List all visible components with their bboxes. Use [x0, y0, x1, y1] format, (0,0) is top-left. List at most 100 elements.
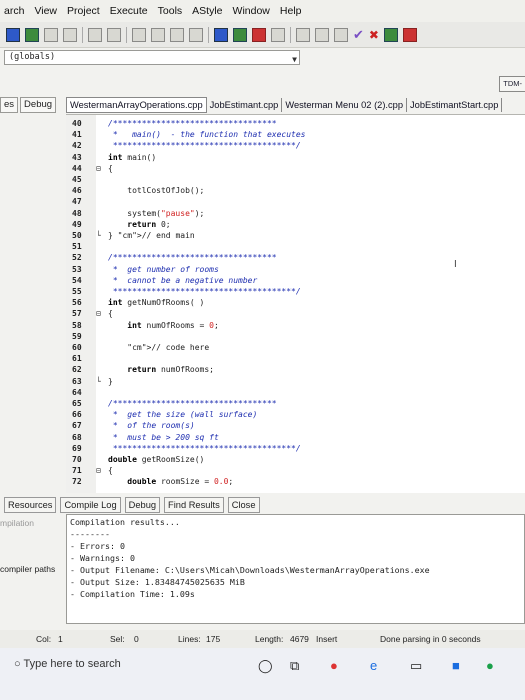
- tab-debug-output[interactable]: Debug: [124, 497, 161, 513]
- save-icon[interactable]: [44, 27, 58, 42]
- code-line[interactable]: 40 /**********************************: [66, 119, 525, 130]
- chevron-down-icon[interactable]: ▼: [292, 53, 297, 66]
- code-line[interactable]: 69 *************************************…: [66, 444, 525, 455]
- code-line[interactable]: 45: [66, 175, 525, 186]
- profile-icon[interactable]: [402, 27, 417, 42]
- fold-marker-icon[interactable]: └: [96, 231, 106, 242]
- code-line[interactable]: 64: [66, 388, 525, 399]
- compile-icon[interactable]: [214, 27, 228, 42]
- menu-item[interactable]: Tools: [158, 5, 183, 17]
- fold-marker-icon[interactable]: ⊟: [96, 164, 106, 175]
- code-line[interactable]: 61: [66, 354, 525, 365]
- taskbar-search[interactable]: ○ Type here to search: [2, 652, 244, 676]
- code-line[interactable]: 67 * of the room(s): [66, 421, 525, 432]
- code-line[interactable]: 58 int numOfRooms = 0;: [66, 321, 525, 332]
- new-file-icon[interactable]: [6, 27, 20, 42]
- code-line[interactable]: 47: [66, 197, 525, 208]
- tab-find-results[interactable]: Find Results: [164, 497, 224, 513]
- tab-close[interactable]: Close: [227, 497, 260, 513]
- code-line[interactable]: 54 * cannot be a negative number: [66, 276, 525, 287]
- find-icon[interactable]: [132, 27, 146, 42]
- compilation-button[interactable]: mpilation: [0, 518, 34, 528]
- code-line[interactable]: 60 "cm">// code here: [66, 343, 525, 354]
- code-line[interactable]: 44 ⊟{: [66, 164, 525, 175]
- code-text: return 0;: [127, 219, 171, 229]
- code-line[interactable]: 68 * must be > 200 sq ft: [66, 433, 525, 444]
- code-line[interactable]: 41 * main() - the function that executes: [66, 130, 525, 141]
- tab-debug[interactable]: Debug: [20, 97, 57, 113]
- replace-icon[interactable]: [151, 27, 165, 42]
- fold-marker-icon[interactable]: └: [96, 377, 106, 388]
- code-line[interactable]: 46 totlCostOfJob();: [66, 186, 525, 197]
- code-line[interactable]: 49 return 0;: [66, 220, 525, 231]
- task-view-icon[interactable]: ◯: [258, 658, 273, 674]
- code-line[interactable]: 48 system("pause");: [66, 209, 525, 220]
- menu-item[interactable]: AStyle: [192, 5, 222, 17]
- file-explorer-icon[interactable]: ▭: [410, 658, 422, 674]
- file-tab[interactable]: WestermanArrayOperations.cpp: [66, 97, 207, 113]
- menu-item[interactable]: Execute: [110, 5, 148, 17]
- print-icon[interactable]: [63, 27, 77, 42]
- code-line[interactable]: 50 └} "cm">// end main: [66, 231, 525, 242]
- fold-marker-icon[interactable]: ⊟: [96, 466, 106, 477]
- grid-view-icon[interactable]: [296, 27, 310, 42]
- code-line[interactable]: 57 ⊟{: [66, 309, 525, 320]
- code-line[interactable]: 42 *************************************…: [66, 141, 525, 152]
- check-icon[interactable]: ✔: [353, 27, 364, 42]
- rebuild-icon[interactable]: [271, 27, 285, 42]
- store-icon[interactable]: ■: [452, 658, 460, 673]
- run-icon[interactable]: [233, 27, 247, 42]
- code-line[interactable]: 43 int main(): [66, 153, 525, 164]
- tab-classes[interactable]: es: [0, 97, 19, 113]
- file-tab[interactable]: Westerman Menu 02 (2).cpp: [282, 98, 408, 112]
- menu-item[interactable]: Window: [233, 5, 270, 17]
- code-line[interactable]: 55 *************************************…: [66, 287, 525, 298]
- line-number: 70: [72, 455, 82, 464]
- tab-resources[interactable]: Resources: [4, 497, 57, 513]
- redo-icon[interactable]: [107, 27, 121, 42]
- code-line[interactable]: 62 return numOfRooms;: [66, 365, 525, 376]
- text-cursor-icon: I: [454, 259, 457, 270]
- code-line[interactable]: 59: [66, 332, 525, 343]
- code-line[interactable]: 56 int getNumOfRooms( ): [66, 298, 525, 309]
- code-line[interactable]: 51: [66, 242, 525, 253]
- tab-compile-log[interactable]: Compile Log: [60, 497, 121, 513]
- toolbar-separator: [290, 26, 291, 43]
- code-line[interactable]: 65 /**********************************: [66, 399, 525, 410]
- compile-run-icon[interactable]: [252, 27, 266, 42]
- menu-item[interactable]: View: [34, 5, 57, 17]
- fold-marker-icon[interactable]: ⊟: [96, 309, 106, 320]
- undo-icon[interactable]: [88, 27, 102, 42]
- chart-icon[interactable]: [383, 27, 398, 42]
- menu-item[interactable]: arch: [4, 5, 24, 17]
- window-icon[interactable]: [315, 27, 329, 42]
- line-number: 68: [72, 432, 82, 442]
- code-line[interactable]: 70 double getRoomSize(): [66, 455, 525, 466]
- code-editor[interactable]: 40 /********************************** 41 …: [66, 114, 525, 493]
- task-switch-icon[interactable]: ⧉: [290, 658, 299, 674]
- log-line: - Errors: 0: [70, 541, 125, 551]
- code-line[interactable]: 66 * get the size (wall surface): [66, 410, 525, 421]
- menu-item[interactable]: Help: [280, 5, 302, 17]
- open-file-icon[interactable]: [25, 27, 39, 42]
- code-text: }: [108, 376, 113, 386]
- code-line[interactable]: 72 double roomSize = 0.0;: [66, 477, 525, 488]
- edge-icon[interactable]: e: [370, 658, 377, 673]
- line-number: 48: [72, 208, 82, 218]
- side-tab-tdm[interactable]: TDM-: [499, 76, 525, 92]
- app-icon[interactable]: ●: [486, 658, 494, 673]
- menu-item[interactable]: Project: [67, 5, 100, 17]
- indent-icon[interactable]: [170, 27, 184, 42]
- scope-selector[interactable]: (globals) ▼: [4, 50, 300, 65]
- file-tab[interactable]: JobEstimant.cpp: [207, 98, 283, 112]
- tile-icon[interactable]: [334, 27, 348, 42]
- unindent-icon[interactable]: [189, 27, 203, 42]
- close-icon[interactable]: ✖: [369, 28, 379, 42]
- code-line[interactable]: 63 └}: [66, 377, 525, 388]
- search-icon: ○: [14, 658, 24, 670]
- file-tab[interactable]: JobEstimantStart.cpp: [407, 98, 503, 112]
- code-text: totlCostOfJob();: [108, 186, 205, 196]
- chrome-icon[interactable]: ●: [330, 658, 338, 673]
- log-line: - Output Size: 1.83484745025635 MiB: [70, 577, 245, 587]
- code-line[interactable]: 71 ⊟{: [66, 466, 525, 477]
